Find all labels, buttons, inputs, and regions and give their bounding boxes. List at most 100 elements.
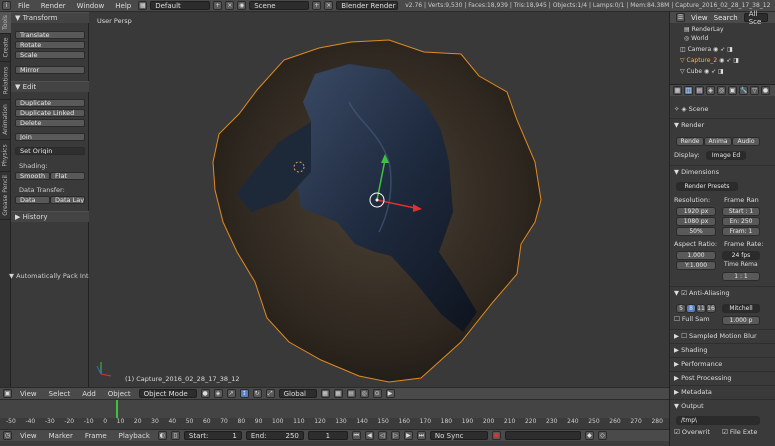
scene-add-icon[interactable]: + xyxy=(312,1,322,10)
auto-pack-panel-header[interactable]: ▼ Automatically Pack Into xyxy=(5,272,93,280)
keying-set-field[interactable] xyxy=(504,431,581,440)
tab-physics[interactable]: Physics xyxy=(0,140,11,172)
mode-selector[interactable]: Object Mode xyxy=(138,389,197,398)
menu-object[interactable]: Object xyxy=(104,390,135,398)
render-tab-icon[interactable]: ◫ xyxy=(684,86,693,95)
scene-selector[interactable]: Scene xyxy=(249,1,310,10)
record-icon[interactable]: ● xyxy=(491,431,501,440)
panel-edit-header[interactable]: ▼ Edit xyxy=(11,81,89,92)
properties-editor-icon[interactable]: ▦ xyxy=(673,86,682,95)
material-tab-icon[interactable]: ● xyxy=(761,86,770,95)
join-button[interactable]: Join xyxy=(15,133,85,141)
end-frame-field[interactable]: End: 250 xyxy=(245,431,304,440)
tab-create[interactable]: Create xyxy=(0,34,11,62)
scene-tab-icon[interactable]: ◈ xyxy=(706,86,715,95)
render-still-button[interactable]: Rende xyxy=(676,137,704,146)
shading-mode-icon[interactable]: ● xyxy=(200,389,210,398)
timeline-track[interactable] xyxy=(0,400,669,418)
3d-viewport[interactable]: User Persp (1) Capture_2016_02_28_17_38_… xyxy=(89,12,669,387)
sync-selector[interactable]: No Sync xyxy=(429,431,488,440)
object-tab-icon[interactable]: ▣ xyxy=(728,86,737,95)
info-editor-icon[interactable]: i xyxy=(2,1,11,10)
menu-window[interactable]: Window xyxy=(73,2,109,10)
layout-add-icon[interactable]: + xyxy=(213,1,223,10)
panel-metadata-header[interactable]: ▶ Metadata xyxy=(674,387,712,398)
translate-button[interactable]: Translate xyxy=(15,31,85,39)
outliner-row-capture[interactable]: ▽ Capture_2 ◉ ➶ ◨ xyxy=(670,56,775,65)
menu-add[interactable]: Add xyxy=(78,390,100,398)
full-sample-checkbox[interactable]: ☐ Full Sam xyxy=(674,314,710,325)
aspect-x-field[interactable]: 1.000 xyxy=(676,251,716,260)
frame-step-field[interactable]: Fram: 1 xyxy=(722,227,760,236)
time-remap-fields[interactable]: 1 : 1 xyxy=(722,272,760,281)
layout-close-icon[interactable]: × xyxy=(225,1,235,10)
panel-motion-blur-header[interactable]: ▶ ☐ Sampled Motion Blur xyxy=(674,331,757,342)
delete-key-icon[interactable]: ◇ xyxy=(597,431,607,440)
resolution-y-field[interactable]: 1080 px xyxy=(676,217,716,226)
data-button[interactable]: Data xyxy=(15,196,50,204)
manipulator-toggle-icon[interactable]: ↗ xyxy=(226,389,236,398)
set-origin-dropdown[interactable]: Set Origin xyxy=(15,147,85,155)
duplicate-button[interactable]: Duplicate xyxy=(15,99,85,107)
timeline-menu-frame[interactable]: Frame xyxy=(81,432,111,440)
output-path-field[interactable]: /tmp\ xyxy=(676,416,760,425)
aa-filter-dropdown[interactable]: Mitchell xyxy=(722,304,760,313)
panel-shading-header[interactable]: ▶ Shading xyxy=(674,345,707,356)
resolution-percent-field[interactable]: 50% xyxy=(676,227,716,236)
visibility-icon[interactable]: ◉ ➶ ◨ xyxy=(713,46,733,53)
panel-render-header[interactable]: ▼ Render xyxy=(674,120,704,131)
flat-button[interactable]: Flat xyxy=(50,172,85,180)
scene-close-icon[interactable]: × xyxy=(324,1,334,10)
render-presets-dropdown[interactable]: Render Presets xyxy=(676,182,738,191)
layout-selector[interactable]: Default xyxy=(150,1,211,10)
layers-icon[interactable]: ▦ xyxy=(320,389,330,398)
rotate-manip-icon[interactable]: ↻ xyxy=(252,389,262,398)
tab-animation[interactable]: Animation xyxy=(0,100,11,140)
snap-icon[interactable]: ⊙ xyxy=(372,389,382,398)
pivot-icon[interactable]: ◈ xyxy=(213,389,223,398)
play-reverse-icon[interactable]: ◁ xyxy=(377,431,387,440)
panel-dimensions-header[interactable]: ▼ Dimensions xyxy=(674,167,719,178)
outliner-menu-view[interactable]: View xyxy=(691,14,708,22)
translate-manip-icon[interactable]: ↕ xyxy=(239,389,249,398)
current-frame-field[interactable]: 1 xyxy=(307,431,348,440)
timeline-editor-icon[interactable]: ◷ xyxy=(3,431,12,440)
scene-icon[interactable]: ◉ xyxy=(237,1,247,10)
outliner-row-renderlayers[interactable]: ▤ RenderLay xyxy=(670,25,775,34)
render-animation-button[interactable]: Anima xyxy=(704,137,732,146)
preview-range-icon[interactable]: ◐ xyxy=(157,431,167,440)
menu-help[interactable]: Help xyxy=(111,2,135,10)
visibility-icon[interactable]: ◉ ➶ ◨ xyxy=(704,68,724,75)
panel-transform-header[interactable]: ▼ Transform xyxy=(11,12,89,23)
aa-samples-16[interactable]: 16 xyxy=(706,304,716,313)
layers-tab-icon[interactable]: ▤ xyxy=(695,86,704,95)
menu-render[interactable]: Render xyxy=(37,2,70,10)
data-layout-button[interactable]: Data Layo xyxy=(50,196,85,204)
jump-end-icon[interactable]: ⏭ xyxy=(416,431,426,440)
editor-type-icon[interactable]: ▣ xyxy=(3,389,12,398)
insert-key-icon[interactable]: ◆ xyxy=(584,431,594,440)
outliner-row-world[interactable]: ◎ World xyxy=(670,34,775,43)
menu-select[interactable]: Select xyxy=(45,390,75,398)
lock-layers-icon[interactable]: ▤ xyxy=(346,389,356,398)
play-icon[interactable]: ▷ xyxy=(390,431,400,440)
tab-grease-pencil[interactable]: Grease Pencil xyxy=(0,172,11,220)
layout-icon[interactable]: ▦ xyxy=(138,1,148,10)
timeline-menu-marker[interactable]: Marker xyxy=(45,432,77,440)
smooth-button[interactable]: Smooth xyxy=(15,172,50,180)
panel-history-header[interactable]: ▶ History xyxy=(11,211,89,222)
frame-start-field[interactable]: Start : 1 xyxy=(722,207,760,216)
mirror-button[interactable]: Mirror xyxy=(15,66,85,74)
proportional-edit-icon[interactable]: ◎ xyxy=(359,389,369,398)
timeline-area[interactable]: -50 -40 -30 -20 -10 0 10 20 30 40 50 60 70 80 90 100 110… xyxy=(0,399,669,429)
outliner-row-cube[interactable]: ▽ Cube ◉ ➶ ◨ xyxy=(670,67,775,76)
panel-output-header[interactable]: ▼ Output xyxy=(674,401,704,412)
outliner-editor-icon[interactable]: ☰ xyxy=(676,13,685,22)
modifier-tab-icon[interactable]: 🔧 xyxy=(739,86,748,95)
file-extensions-checkbox[interactable]: ☑ File Exte xyxy=(722,427,757,438)
tab-tools[interactable]: Tools xyxy=(0,12,11,34)
timeline-menu-view[interactable]: View xyxy=(16,432,41,440)
aa-samples-8[interactable]: 8 xyxy=(686,304,696,313)
outliner-row-camera[interactable]: ◫ Camera ◉ ➶ ◨ xyxy=(670,45,775,54)
tab-relations[interactable]: Relations xyxy=(0,62,11,100)
